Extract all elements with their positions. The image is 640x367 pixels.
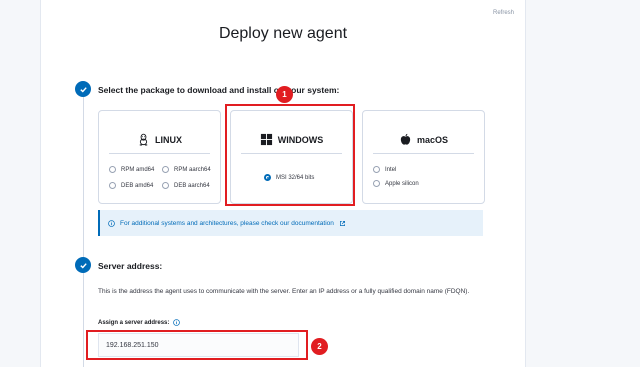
option-deb-amd64[interactable]: DEB amd64 [109, 182, 153, 189]
option-deb-aarch64[interactable]: DEB aarch64 [162, 182, 210, 189]
external-link-icon[interactable] [339, 220, 346, 227]
radio-icon[interactable] [109, 182, 116, 189]
linux-divider [109, 153, 210, 154]
radio-icon[interactable] [109, 166, 116, 173]
apple-icon [400, 133, 411, 145]
linux-icon [139, 133, 148, 146]
windows-highlight-box [225, 104, 355, 206]
page-title: Deploy new agent [218, 25, 348, 42]
server-field-label: Assign a server address: [98, 319, 181, 326]
macos-card-header: macOS [363, 133, 484, 146]
radio-icon[interactable] [373, 166, 380, 173]
option-rpm-aarch64[interactable]: RPM aarch64 [162, 166, 211, 173]
refresh-link[interactable]: Refresh [493, 10, 514, 16]
annotation-badge-2: 2 [311, 338, 328, 355]
radio-icon[interactable] [162, 166, 169, 173]
linux-card[interactable]: LINUX RPM amd64 RPM aarch64 DEB amd64 DE… [98, 110, 221, 204]
info-icon [108, 219, 115, 227]
step-1-title: Select the package to download and insta… [98, 85, 340, 95]
annotation-badge-1: 1 [276, 86, 293, 103]
documentation-callout: For additional systems and architectures… [98, 210, 483, 236]
step-2-check-icon [75, 257, 91, 273]
callout-text[interactable]: For additional systems and architectures… [120, 220, 334, 227]
linux-label: LINUX [155, 134, 182, 145]
server-description: This is the address the agent uses to co… [98, 288, 470, 295]
option-apple-silicon[interactable]: Apple silicon [373, 180, 419, 187]
steps-connector [83, 97, 84, 367]
option-intel[interactable]: Intel [373, 166, 396, 173]
step-1-check-icon [75, 81, 91, 97]
option-rpm-amd64[interactable]: RPM amd64 [109, 166, 154, 173]
radio-icon[interactable] [373, 180, 380, 187]
step-2-title: Server address: [98, 261, 163, 271]
macos-divider [373, 153, 474, 154]
help-icon[interactable] [173, 319, 181, 326]
radio-icon[interactable] [162, 182, 169, 189]
macos-label: macOS [416, 134, 449, 145]
linux-card-header: LINUX [99, 133, 220, 146]
macos-card[interactable]: macOS Intel Apple silicon [362, 110, 485, 204]
server-field-highlight-box [86, 330, 308, 360]
